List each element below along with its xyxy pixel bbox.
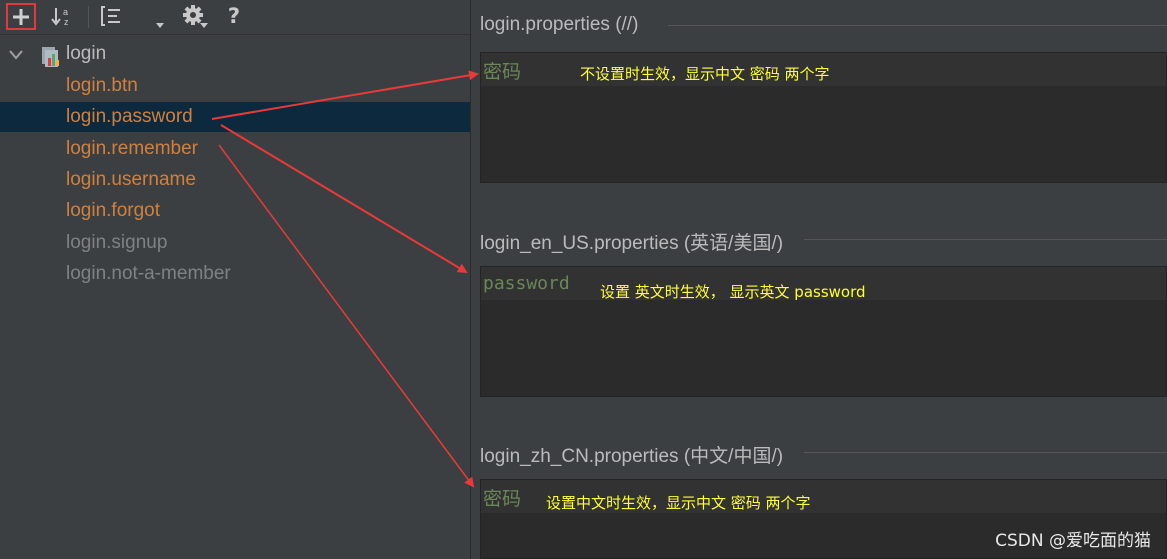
property-key-item[interactable]: login.not-a-member <box>66 262 231 286</box>
annotation-en-us: 设置 英文时生效， 显示英文 password <box>600 283 866 301</box>
annotation-zh-cn: 设置中文时生效，显示中文 密码 两个字 <box>546 494 811 512</box>
resource-bundle-tree-panel: a z ? login login.btn login.password log… <box>0 0 471 559</box>
resource-bundle-icon <box>42 47 59 67</box>
expand-dropdown-icon <box>156 23 164 28</box>
annotation-default: 不设置时生效，显示中文 密码 两个字 <box>580 65 830 83</box>
group-by-prefix-button[interactable] <box>100 3 126 29</box>
section-title-en-us: login_en_US.properties (英语/美国/) <box>480 233 784 254</box>
add-icon <box>13 8 29 25</box>
toolbar: a z ? <box>0 0 470 35</box>
tree-root-label: login <box>66 43 107 64</box>
settings-button[interactable] <box>180 3 210 29</box>
section-title-default: login.properties (//) <box>480 14 639 35</box>
tree-root-login[interactable]: login <box>0 40 470 70</box>
value-text-zh-cn[interactable]: 密码 <box>483 484 521 511</box>
property-values-panel: login.properties (//) 密码 不设置时生效，显示中文 密码 … <box>471 0 1167 559</box>
property-key-item[interactable]: login.signup <box>66 231 167 255</box>
add-property-button[interactable] <box>6 3 36 30</box>
svg-text:a: a <box>63 7 68 17</box>
sort-alpha-icon: a z <box>51 7 69 27</box>
chevron-down-icon[interactable] <box>8 48 24 62</box>
help-button[interactable]: ? <box>224 3 244 29</box>
section-divider <box>804 239 1167 240</box>
property-key-item[interactable]: login.remember <box>66 137 198 161</box>
section-title-zh-cn: login_zh_CN.properties (中文/中国/) <box>480 446 784 467</box>
toolbar-separator <box>88 6 89 28</box>
sort-alphabetically-button[interactable]: a z <box>50 3 74 29</box>
property-key-item[interactable]: login.username <box>66 168 196 192</box>
group-by-prefix-icon <box>101 6 120 26</box>
property-key-item[interactable]: login.password <box>66 105 193 129</box>
value-text-default[interactable]: 密码 <box>483 57 521 84</box>
expand-dropdown-button[interactable] <box>152 3 168 29</box>
help-icon: ? <box>227 4 241 28</box>
property-key-item[interactable]: login.forgot <box>66 199 160 223</box>
gear-icon <box>183 5 208 28</box>
section-divider <box>668 25 1167 26</box>
section-divider <box>804 452 1167 453</box>
value-text-en-us[interactable]: password <box>483 273 570 294</box>
watermark: CSDN @爱吃面的猫 <box>995 531 1151 551</box>
svg-text:z: z <box>64 17 69 27</box>
property-key-item[interactable]: login.btn <box>66 74 138 98</box>
